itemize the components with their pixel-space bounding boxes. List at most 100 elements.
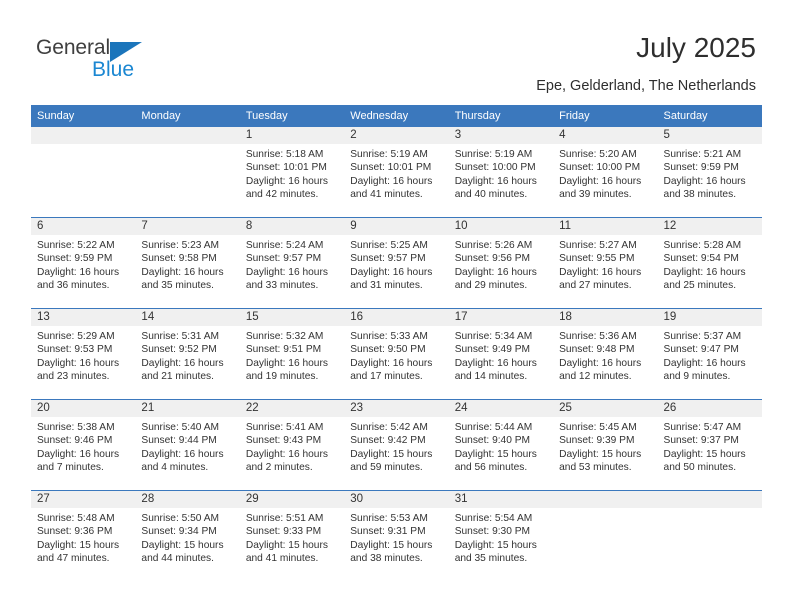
day-sun-info: Sunrise: 5:27 AM Sunset: 9:55 PM Daylight:…: [553, 235, 657, 293]
sunset-text: Sunset: 9:47 PM: [663, 344, 739, 356]
day-number: 26: [657, 400, 762, 417]
sunrise-text: Sunrise: 5:28 AM: [663, 240, 742, 251]
day-number: 16: [344, 309, 449, 326]
daylight-text: Daylight: 16 hours and 39 minutes.: [559, 175, 642, 201]
calendar-day-cell[interactable]: 6 Sunrise: 5:22 AM Sunset: 9:59 PM Daylight…: [31, 217, 136, 309]
calendar-day-cell[interactable]: 30 Sunrise: 5:53 AM Sunset: 9:31 PM Dayligh…: [344, 490, 449, 581]
sunrise-text: Sunrise: 5:19 AM: [350, 149, 428, 160]
weekday-header-saturday: Saturday: [657, 105, 762, 127]
calendar-day-cell[interactable]: 23 Sunrise: 5:42 AM Sunset: 9:42 PM Dayligh…: [344, 399, 449, 491]
sunset-text: Sunset: 9:34 PM: [141, 526, 217, 538]
day-sun-info: Sunrise: 5:51 AM Sunset: 9:33 PM Daylight:…: [240, 508, 344, 566]
day-number: 4: [553, 127, 658, 144]
calendar-day-cell[interactable]: 12 Sunrise: 5:28 AM Sunset: 9:54 PM Dayligh…: [657, 217, 762, 309]
calendar-day-cell[interactable]: 18 Sunrise: 5:36 AM Sunset: 9:48 PM Dayligh…: [553, 308, 658, 400]
daylight-text: Daylight: 15 hours and 41 minutes.: [245, 539, 328, 565]
calendar-day-cell[interactable]: 22 Sunrise: 5:41 AM Sunset: 9:43 PM Dayligh…: [239, 399, 345, 491]
day-sun-info: Sunrise: 5:26 AM Sunset: 9:56 PM Daylight:…: [449, 235, 553, 293]
sunset-text: Sunset: 9:51 PM: [245, 344, 322, 356]
day-number: 5: [657, 127, 762, 144]
day-number: 2: [344, 127, 449, 144]
sunset-text: Sunset: 9:42 PM: [350, 435, 426, 447]
calendar-day-cell[interactable]: 4 Sunrise: 5:20 AM Sunset: 10:00 PM Dayligh…: [553, 127, 658, 218]
daylight-text: Daylight: 15 hours and 47 minutes.: [37, 539, 120, 565]
calendar-day-cell[interactable]: 3 Sunrise: 5:19 AM Sunset: 10:00 PM Dayligh…: [448, 127, 554, 218]
day-number: [553, 491, 658, 508]
sunset-text: Sunset: 10:01 PM: [245, 162, 327, 174]
calendar-day-cell[interactable]: 25 Sunrise: 5:45 AM Sunset: 9:39 PM Dayligh…: [553, 399, 658, 491]
day-sun-info: Sunrise: 5:19 AM Sunset: 10:00 PM Daylight…: [449, 144, 553, 202]
calendar-day-cell[interactable]: 28 Sunrise: 5:50 AM Sunset: 9:34 PM Dayligh…: [135, 490, 240, 581]
daylight-text: Daylight: 16 hours and 4 minutes.: [141, 448, 224, 474]
day-sun-info: Sunrise: 5:47 AM Sunset: 9:37 PM Daylight:…: [658, 417, 762, 475]
day-number: 23: [344, 400, 449, 417]
daylight-text: Daylight: 15 hours and 53 minutes.: [559, 448, 642, 474]
calendar-day-cell[interactable]: 14 Sunrise: 5:31 AM Sunset: 9:52 PM Dayligh…: [135, 308, 240, 400]
day-number: 11: [553, 218, 658, 235]
calendar-day-cell[interactable]: 21 Sunrise: 5:40 AM Sunset: 9:44 PM Dayligh…: [135, 399, 240, 491]
sunset-text: Sunset: 9:30 PM: [454, 526, 531, 538]
weekday-header-sunday: Sunday: [31, 105, 136, 127]
day-number: 27: [31, 491, 136, 508]
calendar-day-cell[interactable]: 20 Sunrise: 5:38 AM Sunset: 9:46 PM Dayligh…: [31, 399, 136, 491]
day-number: 31: [448, 491, 554, 508]
day-number: [657, 491, 762, 508]
day-number: 1: [239, 127, 345, 144]
day-sun-info: Sunrise: 5:37 AM Sunset: 9:47 PM Daylight:…: [658, 326, 762, 384]
calendar-day-cell[interactable]: 15 Sunrise: 5:32 AM Sunset: 9:51 PM Dayligh…: [239, 308, 345, 400]
calendar-day-cell[interactable]: 7 Sunrise: 5:23 AM Sunset: 9:58 PM Daylight…: [135, 217, 240, 309]
sunrise-text: Sunrise: 5:33 AM: [350, 331, 428, 342]
daylight-text: Daylight: 16 hours and 9 minutes.: [663, 357, 746, 383]
sunset-text: Sunset: 9:36 PM: [37, 526, 113, 538]
day-sun-info: Sunrise: 5:48 AM Sunset: 9:36 PM Daylight:…: [31, 508, 135, 566]
day-number: 22: [239, 400, 345, 417]
sunrise-text: Sunrise: 5:18 AM: [245, 149, 324, 160]
sunset-text: Sunset: 9:39 PM: [559, 435, 635, 447]
calendar-day-cell[interactable]: 26 Sunrise: 5:47 AM Sunset: 9:37 PM Dayligh…: [657, 399, 762, 491]
logo[interactable]: General Blue: [36, 36, 186, 82]
day-number: [31, 127, 136, 144]
day-sun-info: Sunrise: 5:50 AM Sunset: 9:34 PM Daylight:…: [135, 508, 239, 566]
sunrise-text: Sunrise: 5:41 AM: [245, 422, 324, 433]
calendar-day-cell[interactable]: 11 Sunrise: 5:27 AM Sunset: 9:55 PM Dayligh…: [553, 217, 658, 309]
calendar-day-cell[interactable]: 1 Sunrise: 5:18 AM Sunset: 10:01 PM Dayligh…: [239, 127, 345, 218]
calendar-day-cell[interactable]: 29 Sunrise: 5:51 AM Sunset: 9:33 PM Dayligh…: [239, 490, 345, 581]
calendar-day-cell[interactable]: 16 Sunrise: 5:33 AM Sunset: 9:50 PM Dayligh…: [344, 308, 449, 400]
day-sun-info: Sunrise: 5:29 AM Sunset: 9:53 PM Daylight:…: [31, 326, 135, 384]
day-number: 13: [31, 309, 136, 326]
day-sun-info: Sunrise: 5:19 AM Sunset: 10:01 PM Daylight…: [344, 144, 448, 202]
day-number: 10: [448, 218, 554, 235]
calendar-day-cell[interactable]: 24 Sunrise: 5:44 AM Sunset: 9:40 PM Dayligh…: [448, 399, 554, 491]
calendar-day-cell[interactable]: 5 Sunrise: 5:21 AM Sunset: 9:59 PM Daylight…: [657, 127, 762, 218]
day-number: 29: [239, 491, 345, 508]
sunrise-text: Sunrise: 5:24 AM: [245, 240, 324, 251]
calendar-day-cell[interactable]: 10 Sunrise: 5:26 AM Sunset: 9:56 PM Dayligh…: [448, 217, 554, 309]
daylight-text: Daylight: 16 hours and 31 minutes.: [350, 266, 433, 292]
day-number: 12: [657, 218, 762, 235]
calendar-day-cell[interactable]: 31 Sunrise: 5:54 AM Sunset: 9:30 PM Dayligh…: [448, 490, 554, 581]
calendar-day-cell[interactable]: 9 Sunrise: 5:25 AM Sunset: 9:57 PM Daylight…: [344, 217, 449, 309]
calendar-empty-cell: [553, 490, 658, 581]
calendar-grid: Sunday Monday Tuesday Wednesday Thursday…: [31, 105, 762, 581]
sunrise-text: Sunrise: 5:32 AM: [245, 331, 324, 342]
day-number: 24: [448, 400, 554, 417]
calendar-week-row: 20 Sunrise: 5:38 AM Sunset: 9:46 PM Dayligh…: [31, 399, 762, 491]
calendar-day-cell[interactable]: 19 Sunrise: 5:37 AM Sunset: 9:47 PM Dayligh…: [657, 308, 762, 400]
day-sun-info: Sunrise: 5:54 AM Sunset: 9:30 PM Daylight:…: [449, 508, 553, 566]
calendar-day-cell[interactable]: 2 Sunrise: 5:19 AM Sunset: 10:01 PM Dayligh…: [344, 127, 449, 218]
day-number: 19: [657, 309, 762, 326]
sunset-text: Sunset: 9:46 PM: [37, 435, 113, 447]
daylight-text: Daylight: 16 hours and 12 minutes.: [559, 357, 642, 383]
calendar-day-cell[interactable]: 17 Sunrise: 5:34 AM Sunset: 9:49 PM Dayligh…: [448, 308, 554, 400]
day-number: 17: [448, 309, 554, 326]
sunrise-text: Sunrise: 5:53 AM: [350, 513, 428, 524]
sunrise-text: Sunrise: 5:23 AM: [141, 240, 220, 251]
sunset-text: Sunset: 9:43 PM: [245, 435, 322, 447]
calendar-day-cell[interactable]: 13 Sunrise: 5:29 AM Sunset: 9:53 PM Dayligh…: [31, 308, 136, 400]
calendar-day-cell[interactable]: 8 Sunrise: 5:24 AM Sunset: 9:57 PM Daylight…: [239, 217, 345, 309]
calendar-day-cell[interactable]: 27 Sunrise: 5:48 AM Sunset: 9:36 PM Dayligh…: [31, 490, 136, 581]
sunrise-text: Sunrise: 5:25 AM: [350, 240, 428, 251]
day-sun-info: Sunrise: 5:22 AM Sunset: 9:59 PM Daylight:…: [31, 235, 135, 293]
sunset-text: Sunset: 10:00 PM: [454, 162, 536, 174]
day-number: 30: [344, 491, 449, 508]
